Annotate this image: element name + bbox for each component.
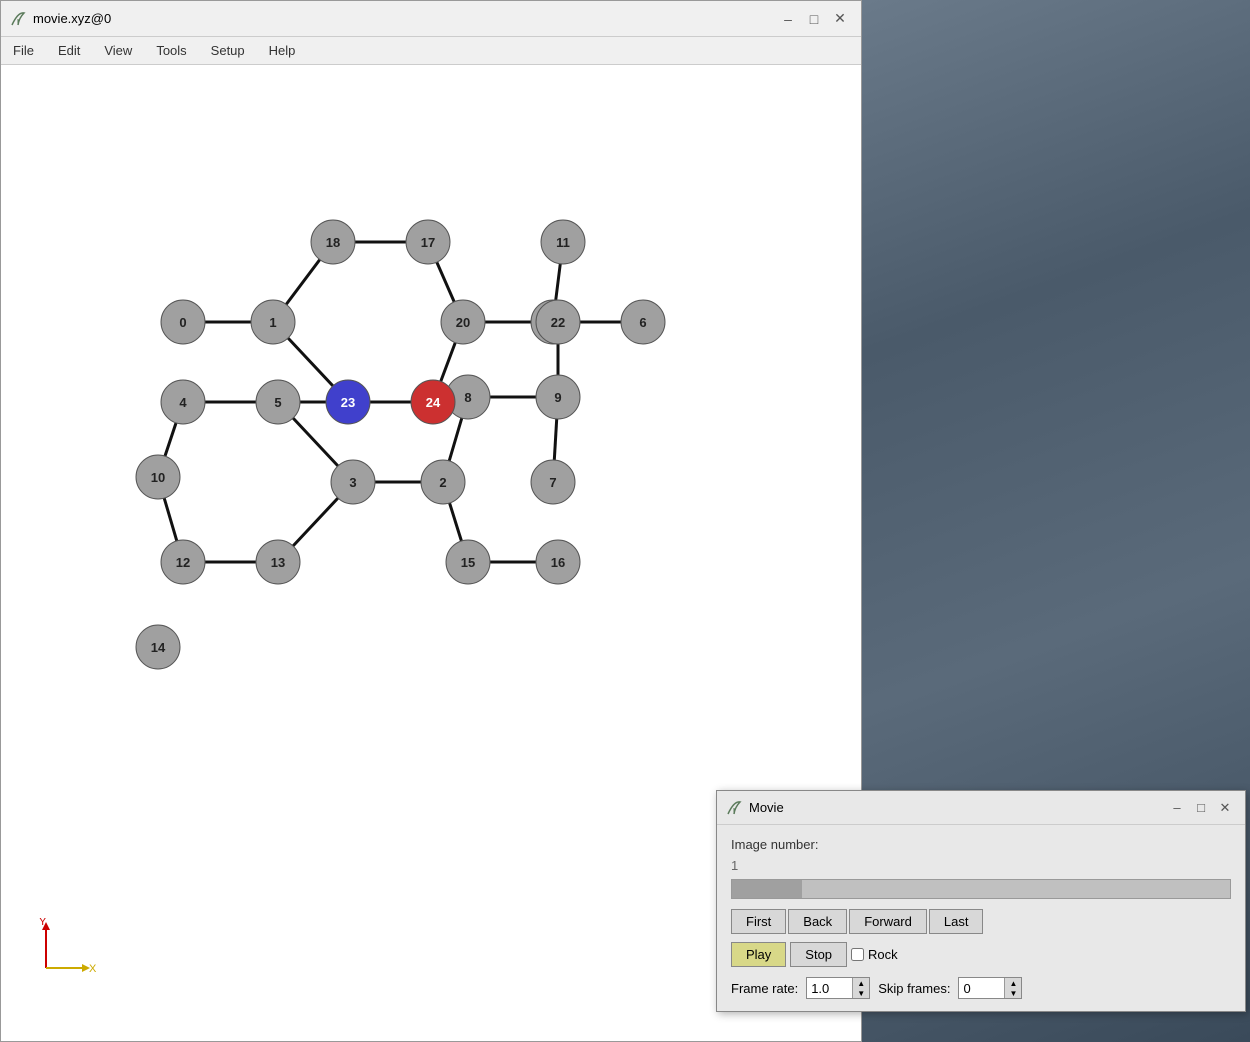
- svg-text:Y: Y: [39, 918, 47, 928]
- atom-label-15: 15: [461, 555, 475, 570]
- atom-1[interactable]: 1: [251, 300, 295, 344]
- close-button[interactable]: ✕: [827, 6, 853, 32]
- atom-label-18: 18: [326, 235, 340, 250]
- coordinate-axes: Y X: [31, 918, 101, 981]
- last-button[interactable]: Last: [929, 909, 984, 934]
- svg-text:X: X: [89, 963, 97, 975]
- atom-label-23: 23: [341, 395, 355, 410]
- frame-rate-up[interactable]: ▲: [853, 978, 869, 988]
- progress-bar[interactable]: [731, 879, 1231, 899]
- movie-close-button[interactable]: ✕: [1213, 796, 1237, 820]
- movie-panel-title: Movie: [749, 800, 1165, 815]
- skip-frames-spinner[interactable]: ▲ ▼: [958, 977, 1022, 999]
- atom-label-4: 4: [179, 395, 187, 410]
- rock-checkbox[interactable]: [851, 948, 864, 961]
- atom-label-13: 13: [271, 555, 285, 570]
- atom-24[interactable]: 24: [411, 380, 455, 424]
- rock-checkbox-label[interactable]: Rock: [851, 947, 898, 962]
- first-button[interactable]: First: [731, 909, 786, 934]
- menu-item-help[interactable]: Help: [265, 41, 300, 60]
- molecule-view: 01234567891011121314151617181920222324: [81, 145, 701, 715]
- atom-10[interactable]: 10: [136, 455, 180, 499]
- skip-frames-up[interactable]: ▲: [1005, 978, 1021, 988]
- frame-rate-input[interactable]: [807, 979, 852, 998]
- atom-9[interactable]: 9: [536, 375, 580, 419]
- atom-label-14: 14: [151, 640, 166, 655]
- menu-item-view[interactable]: View: [100, 41, 136, 60]
- progress-bar-fill: [732, 880, 802, 898]
- atom-label-7: 7: [549, 475, 556, 490]
- atom-5[interactable]: 5: [256, 380, 300, 424]
- atom-label-10: 10: [151, 470, 165, 485]
- atom-12[interactable]: 12: [161, 540, 205, 584]
- atom-label-5: 5: [274, 395, 281, 410]
- atom-label-2: 2: [439, 475, 446, 490]
- atom-15[interactable]: 15: [446, 540, 490, 584]
- maximize-button[interactable]: □: [801, 6, 827, 32]
- atom-label-1: 1: [269, 315, 276, 330]
- atom-label-8: 8: [464, 390, 471, 405]
- movie-feather-icon: [725, 799, 743, 817]
- menu-item-setup[interactable]: Setup: [207, 41, 249, 60]
- atom-20[interactable]: 20: [441, 300, 485, 344]
- movie-title-bar: Movie ‒ □ ✕: [717, 791, 1245, 825]
- rock-label: Rock: [868, 947, 898, 962]
- minimize-button[interactable]: ‒: [775, 6, 801, 32]
- atom-label-6: 6: [639, 315, 646, 330]
- movie-minimize-button[interactable]: ‒: [1165, 796, 1189, 820]
- atom-7[interactable]: 7: [531, 460, 575, 504]
- atom-label-20: 20: [456, 315, 470, 330]
- atom-11[interactable]: 11: [541, 220, 585, 264]
- atom-23[interactable]: 23: [326, 380, 370, 424]
- menu-item-file[interactable]: File: [9, 41, 38, 60]
- atom-label-17: 17: [421, 235, 435, 250]
- atom-17[interactable]: 17: [406, 220, 450, 264]
- menu-item-tools[interactable]: Tools: [152, 41, 190, 60]
- atom-label-22: 22: [551, 315, 565, 330]
- forward-button[interactable]: Forward: [849, 909, 927, 934]
- window-title: movie.xyz@0: [33, 11, 775, 26]
- frame-rate-down[interactable]: ▼: [853, 988, 869, 998]
- image-number-value: 1: [731, 858, 1231, 873]
- frame-rate-row: Frame rate: ▲ ▼ Skip frames: ▲ ▼: [731, 977, 1231, 999]
- skip-frames-label: Skip frames:: [878, 981, 950, 996]
- atom-label-12: 12: [176, 555, 190, 570]
- title-bar: movie.xyz@0 ‒ □ ✕: [1, 1, 861, 37]
- atom-label-9: 9: [554, 390, 561, 405]
- navigation-buttons: FirstBackForwardLast: [731, 909, 1231, 934]
- atom-4[interactable]: 4: [161, 380, 205, 424]
- atom-22[interactable]: 22: [536, 300, 580, 344]
- image-number-label: Image number:: [731, 837, 1231, 852]
- atom-2[interactable]: 2: [421, 460, 465, 504]
- playback-controls: Play Stop Rock: [731, 942, 1231, 967]
- feather-icon: [9, 10, 27, 28]
- menu-bar: File Edit View Tools Setup Help: [1, 37, 861, 65]
- frame-rate-label: Frame rate:: [731, 981, 798, 996]
- atom-label-0: 0: [179, 315, 186, 330]
- skip-frames-down[interactable]: ▼: [1005, 988, 1021, 998]
- movie-maximize-button[interactable]: □: [1189, 796, 1213, 820]
- atom-16[interactable]: 16: [536, 540, 580, 584]
- atom-18[interactable]: 18: [311, 220, 355, 264]
- atom-label-3: 3: [349, 475, 356, 490]
- atom-14[interactable]: 14: [136, 625, 180, 669]
- atom-label-11: 11: [556, 235, 570, 250]
- atom-0[interactable]: 0: [161, 300, 205, 344]
- atom-13[interactable]: 13: [256, 540, 300, 584]
- play-button[interactable]: Play: [731, 942, 786, 967]
- movie-panel: Movie ‒ □ ✕ Image number: 1 FirstBackFor…: [716, 790, 1246, 1012]
- frame-rate-arrows: ▲ ▼: [852, 978, 869, 998]
- atom-3[interactable]: 3: [331, 460, 375, 504]
- skip-frames-arrows: ▲ ▼: [1004, 978, 1021, 998]
- stop-button[interactable]: Stop: [790, 942, 847, 967]
- movie-content: Image number: 1 FirstBackForwardLast Pla…: [717, 825, 1245, 1011]
- atom-label-24: 24: [426, 395, 441, 410]
- atom-6[interactable]: 6: [621, 300, 665, 344]
- atom-label-16: 16: [551, 555, 565, 570]
- menu-item-edit[interactable]: Edit: [54, 41, 84, 60]
- frame-rate-spinner[interactable]: ▲ ▼: [806, 977, 870, 999]
- back-button[interactable]: Back: [788, 909, 847, 934]
- skip-frames-input[interactable]: [959, 979, 1004, 998]
